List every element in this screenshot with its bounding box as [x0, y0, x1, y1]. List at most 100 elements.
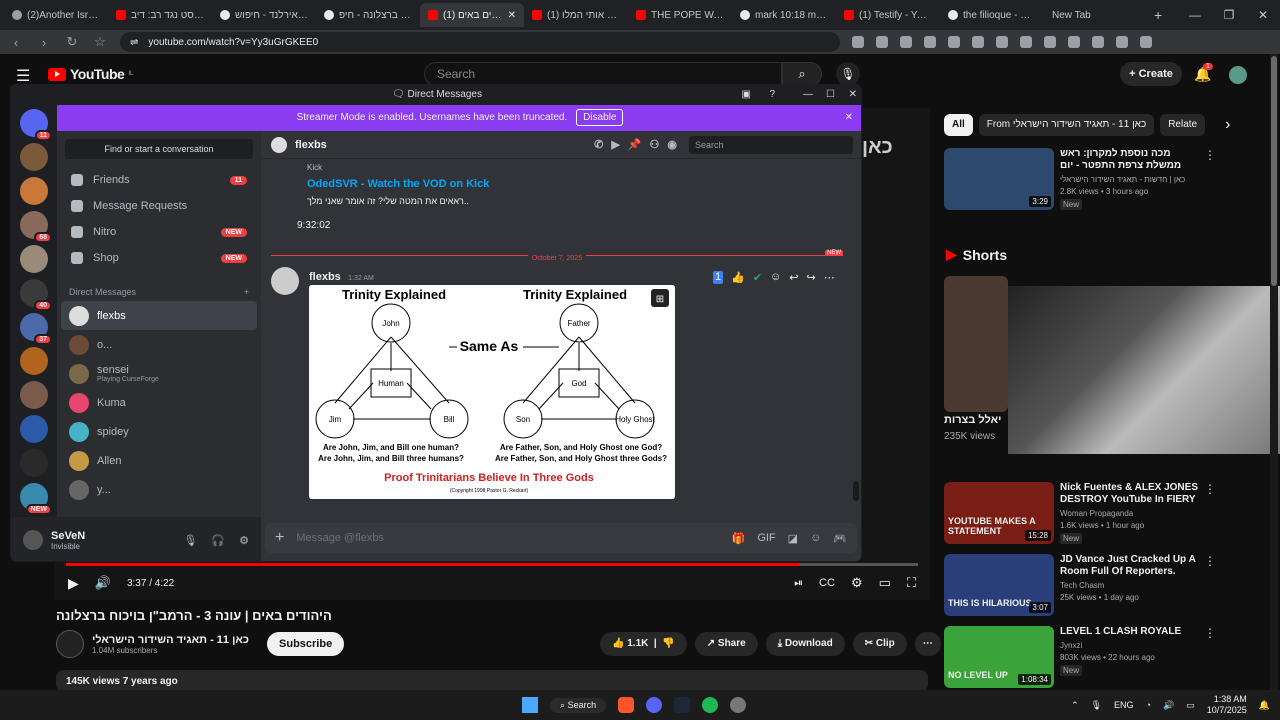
chat-partner-name[interactable]: flexbs	[295, 139, 327, 151]
forward-icon[interactable]: ›	[36, 35, 52, 50]
more-vert-icon[interactable]: ⋮	[1204, 626, 1216, 688]
dm-item[interactable]: o...	[61, 330, 257, 359]
find-conversation-input[interactable]: Find or start a conversation	[65, 139, 253, 159]
back-icon[interactable]: ‹	[8, 35, 24, 50]
message-author[interactable]: flexbs	[309, 271, 341, 283]
channel-avatar[interactable]	[56, 630, 84, 658]
like-button[interactable]: 👍 1.1K | 👎	[600, 632, 687, 656]
user-avatar[interactable]	[23, 530, 43, 550]
server-icon[interactable]: NEW	[20, 483, 52, 515]
steam-icon[interactable]	[674, 697, 691, 713]
server-icon[interactable]	[20, 449, 48, 477]
disable-streamer-mode-button[interactable]: Disable	[576, 109, 624, 126]
short-thumbnail[interactable]	[944, 276, 1008, 412]
emoji-icon[interactable]: ☺	[810, 532, 821, 544]
extension-icon[interactable]	[996, 36, 1008, 48]
dm-item[interactable]: Kuma	[61, 388, 257, 417]
chevron-right-icon[interactable]: ›	[1225, 116, 1230, 134]
headphones-icon[interactable]: 🎧	[211, 534, 225, 547]
browser-tab[interactable]: the filioque - חיפוש ב	[940, 3, 1044, 27]
page-scrollbar[interactable]	[1270, 54, 1278, 690]
wifi-icon[interactable]: ◔	[1146, 700, 1151, 710]
more-vert-icon[interactable]: ⋮	[1204, 482, 1216, 544]
tray-mic-icon[interactable]: 🎙	[1091, 700, 1102, 711]
search-icon[interactable]: ⌕	[782, 62, 822, 86]
browser-tab[interactable]: ויכוח ברצלונה - חיפ	[316, 3, 420, 27]
chat-scrollbar-thumb[interactable]	[853, 481, 859, 501]
extension-icon[interactable]	[900, 36, 912, 48]
reload-icon[interactable]: ↻	[64, 34, 80, 50]
add-dm-icon[interactable]: +	[244, 287, 249, 297]
bookmark-icon[interactable]: ☆	[92, 34, 108, 50]
extension-icon[interactable]	[1068, 36, 1080, 48]
user-settings-gear-icon[interactable]: ⚙	[239, 534, 249, 547]
autoplay-toggle-icon[interactable]: ⏯	[794, 577, 803, 590]
browser-tab[interactable]: THE POPE WASH FI	[628, 3, 732, 27]
browser-tab[interactable]: צפון אירלנד - חיפוש	[212, 3, 316, 27]
extension-icon[interactable]	[1116, 36, 1128, 48]
taskbar-search[interactable]: ⌕ Search	[550, 697, 607, 713]
voice-call-icon[interactable]: ✆	[594, 138, 603, 151]
server-icon[interactable]	[20, 245, 48, 273]
filter-chip[interactable]: All	[944, 114, 973, 136]
sticker-icon[interactable]: ◪	[788, 532, 798, 545]
forward-icon[interactable]: ↪	[807, 271, 816, 284]
filter-chip[interactable]: From כאן 11 - תאגיד השידור הישראלי	[978, 114, 1155, 136]
server-icon[interactable]	[20, 415, 48, 443]
user-name[interactable]: SeVeN	[51, 530, 85, 542]
video-thumbnail[interactable]: 3:29	[944, 148, 1054, 210]
captions-icon[interactable]: CC	[819, 577, 835, 589]
inbox-icon[interactable]: ▣	[742, 85, 751, 105]
recommendation-item[interactable]: 3:29 מכה נוספת למקרון: ראש ממשלת צרפת התפ…	[944, 148, 1216, 210]
message-input[interactable]: Message @flexbs	[296, 532, 384, 544]
tab-close-icon[interactable]: ✕	[508, 10, 516, 21]
extension-icon[interactable]	[1140, 36, 1152, 48]
dm-item[interactable]: flexbs	[61, 301, 257, 330]
image-actions-icon[interactable]: ⊞	[656, 294, 664, 305]
dm-item[interactable]: Allen	[61, 446, 257, 475]
pin-icon[interactable]: 📌	[628, 138, 642, 151]
video-thumbnail[interactable]: YOUTUBE MAKES A STATEMENT 15:28	[944, 482, 1054, 544]
banner-close-icon[interactable]: ✕	[845, 105, 853, 131]
create-button[interactable]: + Create	[1120, 62, 1182, 86]
extension-icon[interactable]	[1044, 36, 1056, 48]
add-friends-icon[interactable]: ⚇	[650, 138, 660, 151]
channel-name[interactable]: כאן 11 - תאגיד השידור הישראלי	[92, 634, 249, 646]
spotify-icon[interactable]	[702, 697, 719, 713]
recommendation-item[interactable]: YOUTUBE MAKES A STATEMENT 15:28 Nick Fuent…	[944, 482, 1216, 544]
microphone-icon[interactable]: 🎙	[836, 62, 860, 86]
discord-home-icon[interactable]: 11	[20, 109, 52, 141]
server-icon[interactable]	[20, 177, 48, 205]
scrollbar-thumb[interactable]	[1271, 56, 1277, 286]
extension-icon[interactable]	[1092, 36, 1104, 48]
clock-date[interactable]: 10/7/2025	[1207, 705, 1247, 716]
video-thumbnail[interactable]: NO LEVEL UP 1:08:34	[944, 626, 1054, 688]
description-box[interactable]	[56, 670, 928, 692]
server-icon[interactable]	[20, 347, 48, 375]
discord-taskbar-icon[interactable]	[646, 697, 663, 713]
share-button[interactable]: ↗ Share	[694, 632, 758, 656]
windows-start-icon[interactable]	[522, 697, 538, 713]
more-options-icon[interactable]: ⋯	[824, 271, 835, 284]
nav-item-friends[interactable]: Friends 11	[61, 167, 257, 193]
embed-link[interactable]: OdedSVR - Watch the VOD on Kick	[307, 178, 489, 190]
account-avatar[interactable]	[1229, 66, 1247, 84]
recommendation-title[interactable]: מכה נוספת למקרון: ראש ממשלת צרפת התפטר -…	[1060, 148, 1198, 172]
trinity-diagram-image[interactable]: Trinity Explained Trinity Explained Same…	[309, 285, 675, 499]
more-actions-icon[interactable]: ⋯	[914, 632, 941, 656]
attach-plus-icon[interactable]: +	[275, 529, 284, 547]
short-title[interactable]: יאלל בצרות	[944, 414, 1001, 426]
reply-icon[interactable]: ↩	[789, 271, 798, 284]
gift-icon[interactable]: 🎁	[732, 532, 746, 545]
add-reaction-icon[interactable]: ☺	[770, 271, 781, 284]
close-icon[interactable]: ✕	[849, 85, 857, 105]
browser-tab[interactable]: New Tab	[1044, 3, 1148, 27]
volume-icon[interactable]: 🔊	[95, 575, 111, 591]
new-tab-icon[interactable]: +	[1154, 7, 1162, 23]
notification-center-icon[interactable]: 🔔	[1259, 700, 1270, 711]
activities-icon[interactable]: 🎮	[833, 532, 847, 545]
video-call-icon[interactable]: ▶	[611, 138, 619, 151]
extension-icon[interactable]	[972, 36, 984, 48]
browser-tab[interactable]: mark 10:18 meanin	[732, 3, 836, 27]
recommendation-item[interactable]: THIS IS HILARIOUS 3:07 JD Vance Just Crack…	[944, 554, 1216, 616]
